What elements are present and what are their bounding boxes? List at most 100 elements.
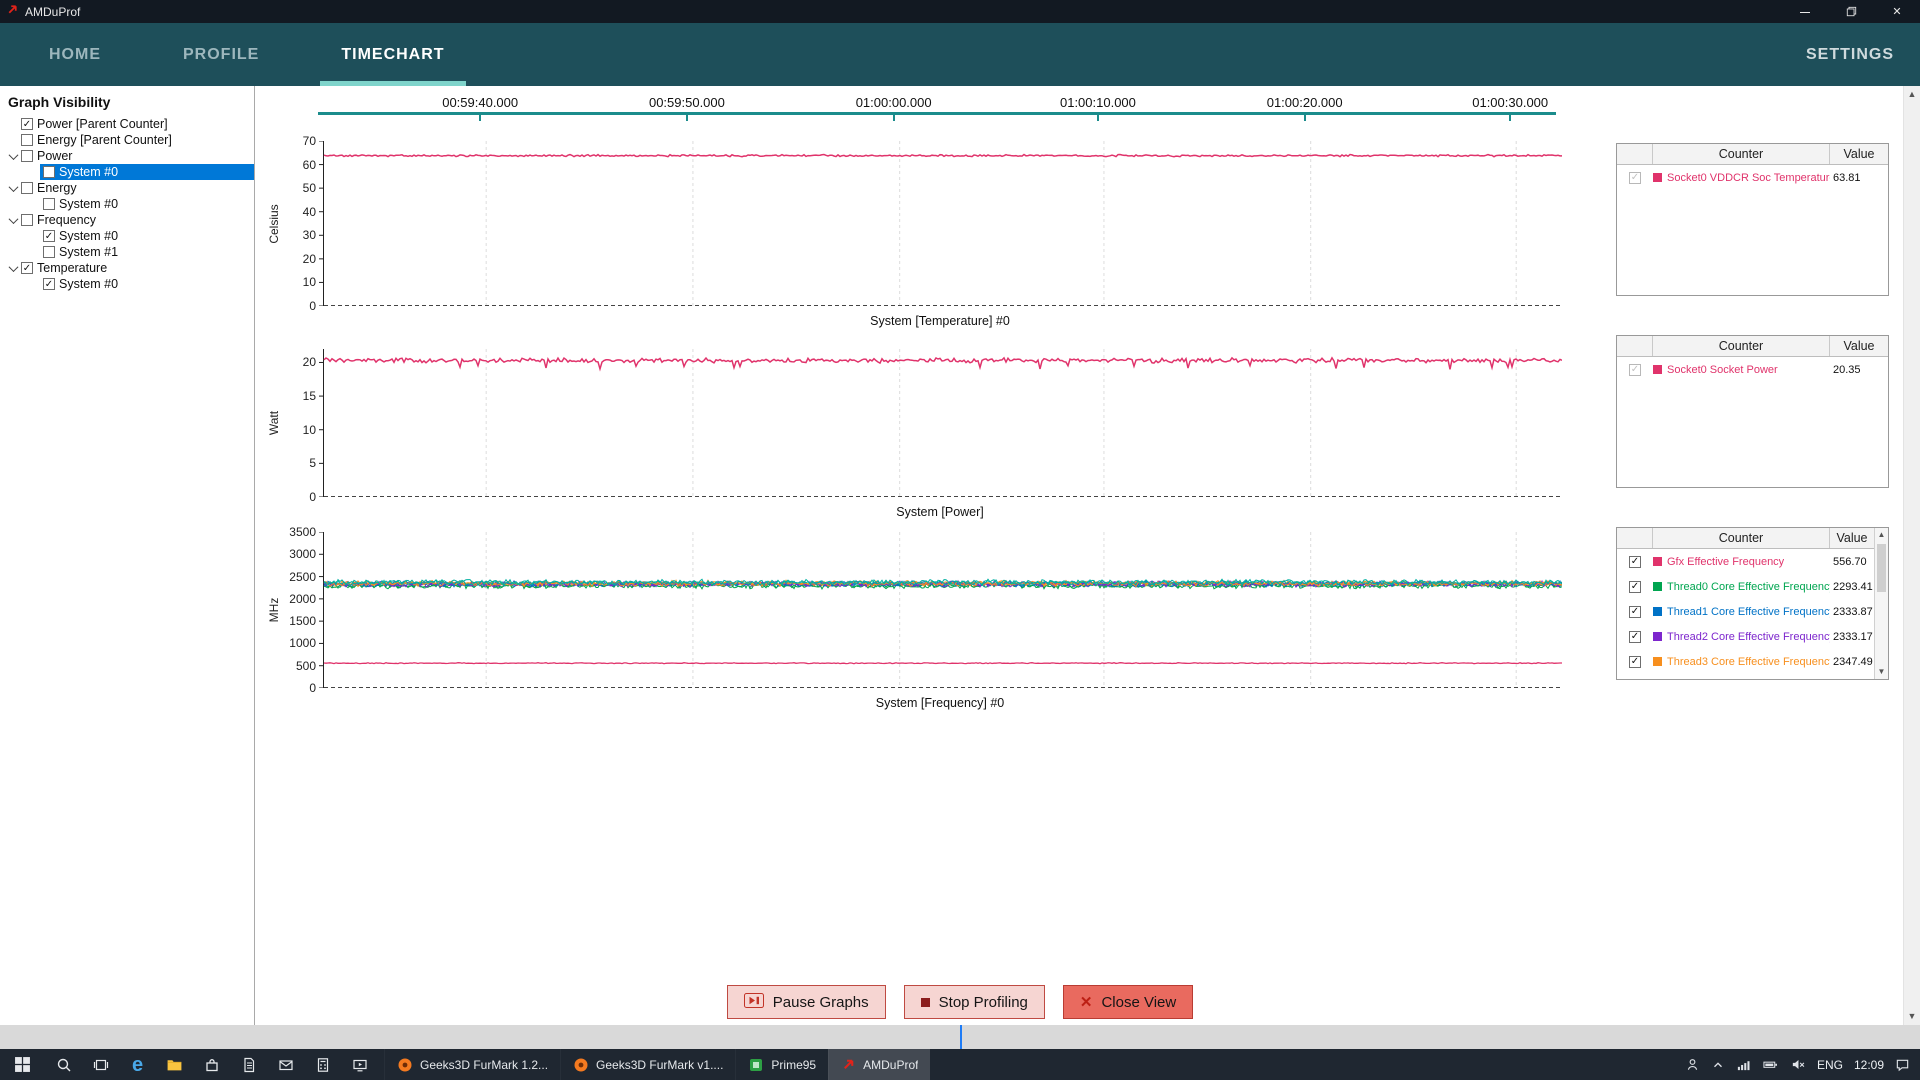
pause-button[interactable]: Pause Graphs (727, 985, 886, 1019)
chevron-down-icon[interactable] (5, 153, 21, 160)
scroll-down-icon[interactable]: ▼ (1875, 665, 1888, 679)
counter-panel-frequency: CounterValueGfx Effective Frequency556.7… (1616, 527, 1889, 680)
counter-row[interactable]: Thread1 Core Effective Frequency2333.87 (1617, 599, 1888, 624)
language-indicator[interactable]: ENG (1817, 1058, 1843, 1072)
tree-checkbox[interactable] (21, 214, 33, 226)
notepad-icon[interactable] (230, 1049, 267, 1080)
timeline-tick (1304, 112, 1306, 121)
close-window-button[interactable]: ✕ (1874, 0, 1920, 23)
counter-checkbox[interactable] (1629, 606, 1641, 618)
window-scrollbar[interactable]: ▲ ▼ (1903, 86, 1920, 1025)
task-view-icon[interactable] (82, 1049, 119, 1080)
column-header-counter[interactable]: Counter (1653, 144, 1830, 164)
counter-row[interactable]: Thread2 Core Effective Frequency2333.17 (1617, 624, 1888, 649)
taskbar-app-label: Geeks3D FurMark 1.2... (420, 1058, 548, 1072)
file-explorer-icon[interactable] (156, 1049, 193, 1080)
counter-row[interactable]: Socket0 Socket Power20.35 (1617, 357, 1888, 382)
tree-item-label: System #0 (59, 277, 118, 291)
tree-item-label: System #0 (59, 229, 118, 243)
person-icon[interactable] (1685, 1057, 1700, 1072)
tree-checkbox[interactable] (43, 198, 55, 210)
timechart-plot-2[interactable] (318, 532, 1562, 688)
close-button[interactable]: ✕Close View (1063, 985, 1193, 1019)
y-tick-label: 0 (309, 299, 316, 313)
counter-name: Thread0 Core Effective Frequency (1667, 581, 1830, 593)
counter-row[interactable]: Socket0 VDDCR Soc Temperature63.81 (1617, 165, 1888, 190)
counter-row[interactable]: Thread3 Core Effective Frequency2347.49 (1617, 649, 1888, 674)
tree-checkbox[interactable] (21, 182, 33, 194)
tree-item-label: System #0 (59, 165, 118, 179)
column-header-counter[interactable]: Counter (1653, 336, 1830, 356)
calculator-icon[interactable] (304, 1049, 341, 1080)
tree-item-9-temperature[interactable]: Temperature (0, 260, 254, 276)
timechart-plot-0[interactable] (318, 141, 1562, 306)
network-icon[interactable] (1736, 1057, 1751, 1072)
movies-tv-icon[interactable] (341, 1049, 378, 1080)
counter-row[interactable]: Thread0 Core Effective Frequency2293.41 (1617, 574, 1888, 599)
scroll-up-icon[interactable]: ▲ (1904, 86, 1920, 103)
tree-checkbox[interactable] (43, 166, 55, 178)
minimize-button[interactable] (1782, 0, 1828, 23)
tree-item-6-frequency[interactable]: Frequency (0, 212, 254, 228)
tree-item-7-system-0[interactable]: System #0 (40, 228, 254, 244)
mail-icon[interactable] (267, 1049, 304, 1080)
tab-home[interactable]: HOME (28, 23, 122, 86)
restore-button[interactable] (1828, 0, 1874, 23)
counter-row[interactable]: Thread4 Core Effective Frequency (1617, 674, 1888, 679)
tree-checkbox[interactable] (43, 246, 55, 258)
chevron-down-icon[interactable] (5, 265, 21, 272)
chevron-down-icon[interactable] (5, 217, 21, 224)
tree-checkbox[interactable] (43, 278, 55, 290)
column-header-value[interactable]: Value (1830, 144, 1888, 164)
taskbar-app-prime95[interactable]: Prime95 (735, 1049, 828, 1080)
counter-checkbox[interactable] (1629, 581, 1641, 593)
tab-settings[interactable]: SETTINGS (1806, 23, 1894, 86)
column-header-counter[interactable]: Counter (1653, 528, 1830, 548)
counter-panel-power: CounterValueSocket0 Socket Power20.35 (1616, 335, 1889, 488)
tree-checkbox[interactable] (21, 150, 33, 162)
start-icon[interactable] (0, 1049, 45, 1080)
edge-icon[interactable]: e (119, 1049, 156, 1080)
scroll-thumb[interactable] (1877, 544, 1886, 592)
tree-item-5-system-0[interactable]: System #0 (40, 196, 254, 212)
volume-muted-icon[interactable] (1790, 1057, 1806, 1072)
series-color-chip (1653, 582, 1662, 591)
tree-item-2-power[interactable]: Power (0, 148, 254, 164)
tab-profile[interactable]: PROFILE (162, 23, 280, 86)
graph-visibility-sidebar: Graph Visibility Power [Parent Counter]E… (0, 86, 255, 1025)
tree-checkbox[interactable] (21, 118, 33, 130)
counter-row[interactable]: Gfx Effective Frequency556.70 (1617, 549, 1888, 574)
counter-checkbox[interactable] (1629, 656, 1641, 668)
taskbar-app-label: Geeks3D FurMark v1.... (596, 1058, 723, 1072)
chevron-up-icon[interactable] (1711, 1058, 1725, 1072)
tree-item-3-system-0[interactable]: System #0 (40, 164, 254, 180)
scroll-up-icon[interactable]: ▲ (1875, 528, 1888, 542)
notification-icon[interactable] (1895, 1057, 1910, 1072)
tree-item-0-power-parent-counter[interactable]: Power [Parent Counter] (0, 116, 254, 132)
taskbar-app-amduprof[interactable]: AMDuProf (828, 1049, 930, 1080)
taskbar-app-geeks3d-furmark-1-2[interactable]: Geeks3D FurMark 1.2... (384, 1049, 560, 1080)
tab-timechart[interactable]: TIMECHART (320, 23, 465, 86)
tree-checkbox[interactable] (21, 134, 33, 146)
column-header-value[interactable]: Value (1830, 336, 1888, 356)
counter-checkbox[interactable] (1629, 631, 1641, 643)
tree-item-10-system-0[interactable]: System #0 (40, 276, 254, 292)
search-icon[interactable] (45, 1049, 82, 1080)
counter-checkbox[interactable] (1629, 556, 1641, 568)
counter-name: Gfx Effective Frequency (1667, 556, 1784, 568)
store-icon[interactable] (193, 1049, 230, 1080)
tree-item-8-system-1[interactable]: System #1 (40, 244, 254, 260)
chevron-down-icon[interactable] (5, 185, 21, 192)
tree-item-1-energy-parent-counter[interactable]: Energy [Parent Counter] (0, 132, 254, 148)
counter-name: Socket0 Socket Power (1667, 364, 1778, 376)
tree-item-4-energy[interactable]: Energy (0, 180, 254, 196)
tree-checkbox[interactable] (21, 262, 33, 274)
panel-scrollbar[interactable]: ▲▼ (1874, 528, 1888, 679)
tree-checkbox[interactable] (43, 230, 55, 242)
timechart-plot-1[interactable] (318, 349, 1562, 497)
clock[interactable]: 12:09 (1854, 1058, 1884, 1072)
stop-button[interactable]: Stop Profiling (904, 985, 1045, 1019)
taskbar-app-geeks3d-furmark-v1[interactable]: Geeks3D FurMark v1.... (560, 1049, 735, 1080)
battery-icon[interactable] (1762, 1057, 1779, 1072)
y-tick-label: 40 (303, 205, 316, 219)
